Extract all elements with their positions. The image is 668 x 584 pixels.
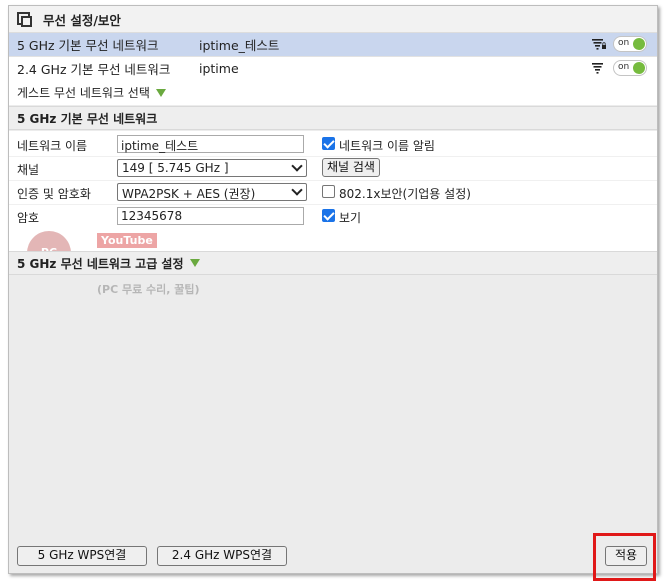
page-title: 무선 설정/보안 (43, 12, 121, 28)
network-name-input[interactable]: iptime_테스트 (117, 135, 304, 153)
toggle-state: on (618, 38, 630, 48)
auth-label: 인증 및 암호화 (17, 187, 91, 201)
wifi-lock-icon (592, 39, 606, 50)
chevron-down-icon (291, 160, 303, 172)
dot1x-label: 802.1x보안(기업용 설정) (339, 187, 471, 201)
toggle-knob (633, 38, 645, 50)
auth-select[interactable]: WPA2PSK + AES (권장) (117, 183, 307, 201)
wps-5ghz-button[interactable]: 5 GHz WPS연결 (17, 546, 147, 566)
toggle-state: on (618, 62, 630, 72)
guest-network-selector[interactable]: 게스트 무선 네트워크 선택 (9, 80, 657, 105)
auth-value: WPA2PSK + AES (권장) (122, 187, 256, 201)
network-ssid: iptime (199, 61, 239, 76)
wifi-icon (592, 63, 603, 74)
window-copy-icon (17, 12, 32, 27)
wireless-settings-panel: 무선 설정/보안 5 GHz 기본 무선 네트워크 iptime_테스트 on … (8, 5, 658, 574)
guest-network-label: 게스트 무선 네트워크 선택 (17, 86, 150, 100)
broadcast-name-checkbox[interactable] (322, 137, 335, 150)
dot1x-checkbox[interactable] (322, 185, 335, 198)
form-row-name: 네트워크 이름 iptime_테스트 네트워크 이름 알림 (9, 133, 657, 157)
channel-value: 149 [ 5.745 GHz ] (122, 161, 229, 175)
network-form: 네트워크 이름 iptime_테스트 네트워크 이름 알림 채널 149 [ 5… (9, 131, 657, 251)
broadcast-name-label: 네트워크 이름 알림 (339, 139, 435, 153)
highlight-box (593, 533, 656, 581)
toggle-knob (633, 62, 645, 74)
password-input[interactable]: 12345678 (117, 207, 304, 225)
wps-24ghz-button[interactable]: 2.4 GHz WPS연결 (157, 546, 287, 566)
chevron-down-icon (291, 184, 303, 196)
network-name: 5 GHz 기본 무선 네트워크 (17, 38, 159, 53)
network-row-24ghz[interactable]: 2.4 GHz 기본 무선 네트워크 iptime on (9, 57, 657, 81)
show-password-checkbox[interactable] (322, 209, 335, 222)
channel-label: 채널 (17, 163, 40, 177)
form-row-auth: 인증 및 암호화 WPA2PSK + AES (권장) 802.1x보안(기업용… (9, 181, 657, 205)
channel-select[interactable]: 149 [ 5.745 GHz ] (117, 159, 307, 177)
show-password-label: 보기 (339, 211, 362, 225)
section-title: 5 GHz 기본 무선 네트워크 (17, 111, 158, 126)
section-header-advanced[interactable]: 5 GHz 무선 네트워크 고급 설정 (9, 251, 657, 275)
expand-arrow-icon[interactable] (189, 259, 200, 267)
network-ssid: iptime_테스트 (199, 38, 280, 53)
network-row-5ghz[interactable]: 5 GHz 기본 무선 네트워크 iptime_테스트 on (9, 33, 657, 57)
form-row-channel: 채널 149 [ 5.745 GHz ] 채널 검색 (9, 157, 657, 181)
title-bar: 무선 설정/보안 (9, 6, 657, 33)
section-title: 5 GHz 무선 네트워크 고급 설정 (17, 256, 184, 271)
expand-arrow-icon[interactable] (155, 88, 166, 97)
network-toggle-5ghz[interactable]: on (613, 36, 647, 52)
channel-search-button[interactable]: 채널 검색 (322, 158, 380, 177)
password-label: 암호 (17, 211, 40, 225)
network-toggle-24ghz[interactable]: on (613, 60, 647, 76)
network-name-label: 네트워크 이름 (17, 139, 88, 153)
watermark-subtitle: (PC 무료 수리, 꿀팁) (97, 283, 200, 296)
network-name: 2.4 GHz 기본 무선 네트워크 (17, 62, 171, 77)
section-header-basic: 5 GHz 기본 무선 네트워크 (9, 106, 657, 130)
form-row-password: 암호 12345678 보기 (9, 205, 657, 228)
